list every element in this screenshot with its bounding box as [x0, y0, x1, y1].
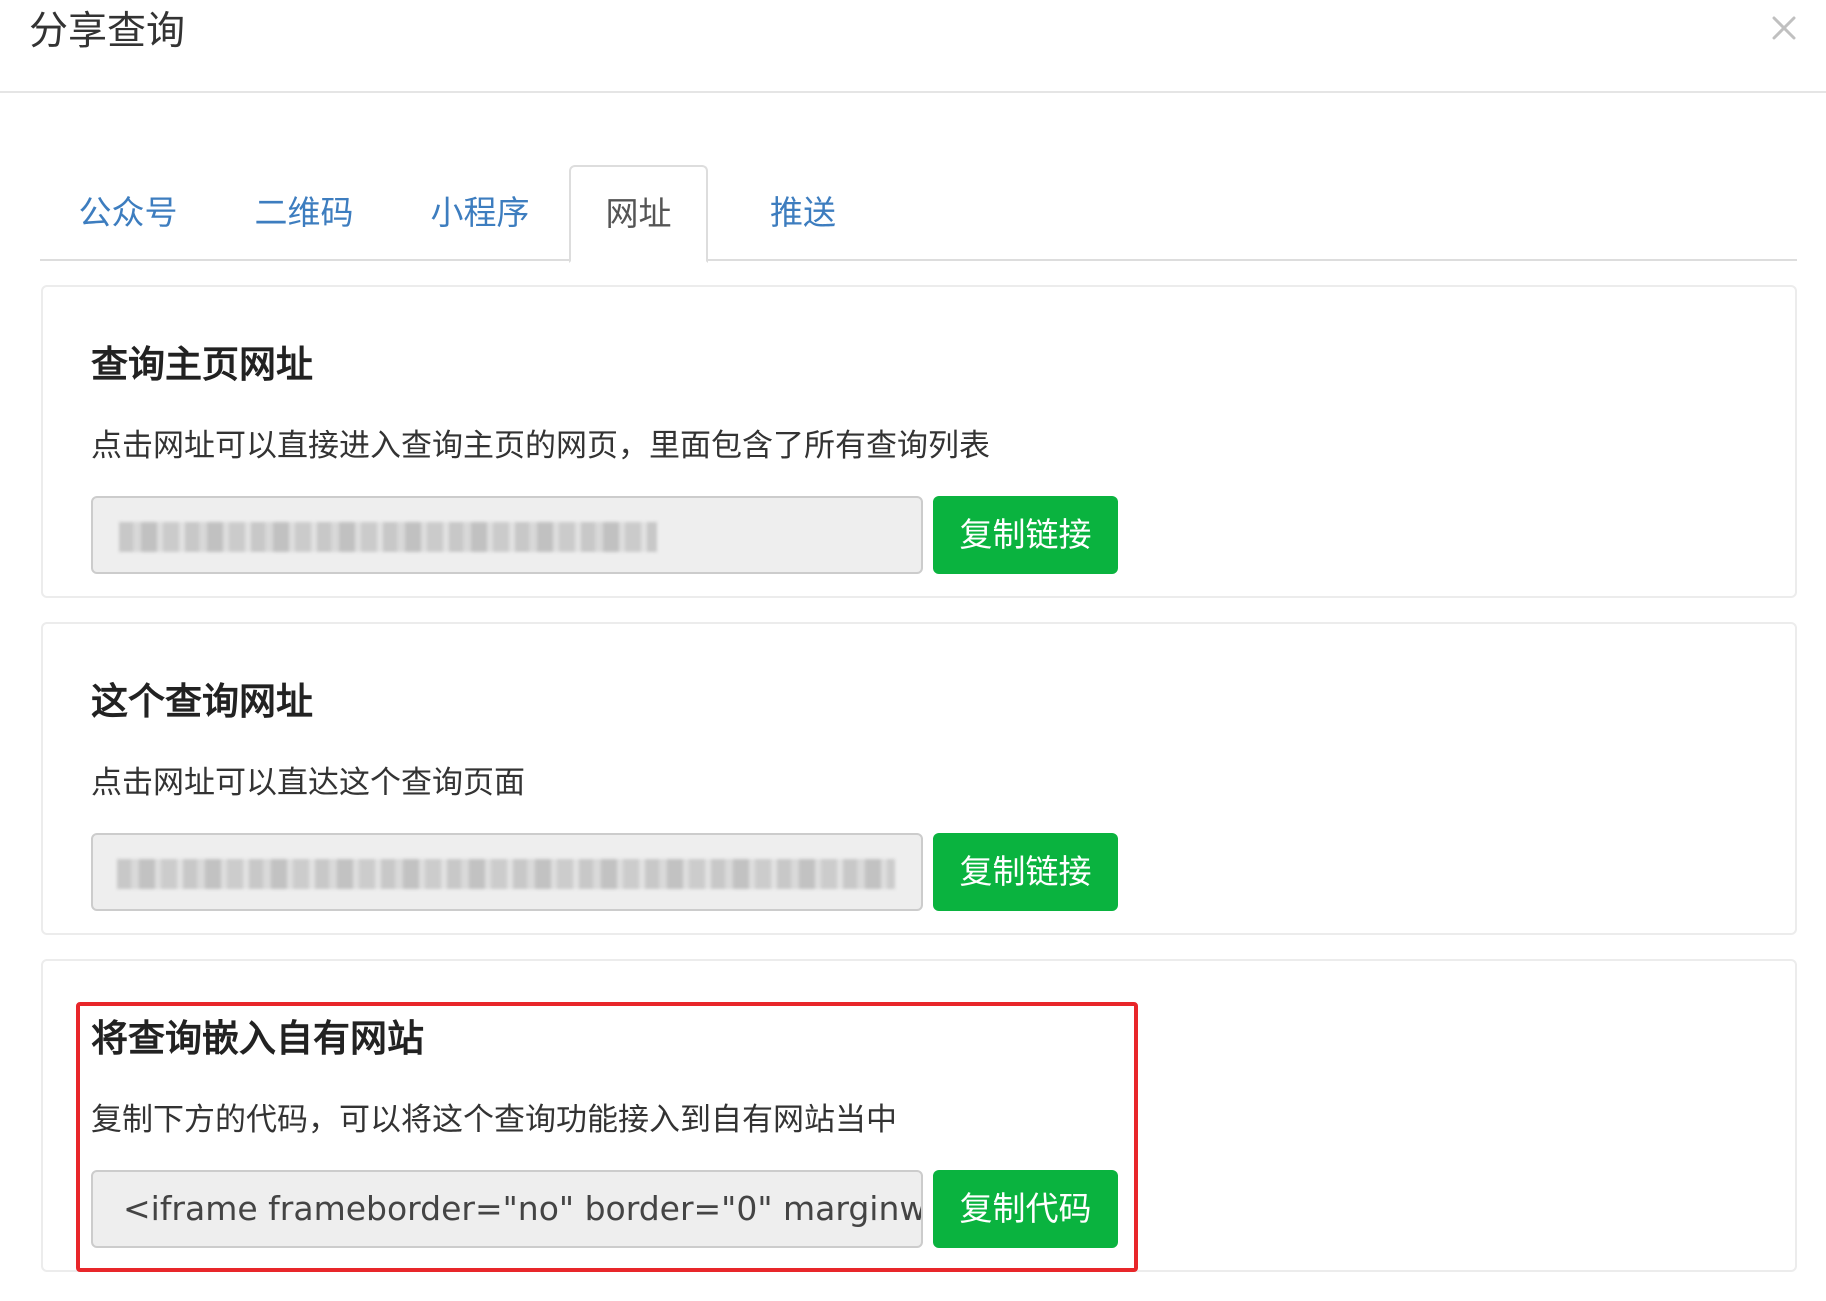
card-title: 查询主页网址: [91, 343, 313, 386]
card-embed-code: 将查询嵌入自有网站 复制下方的代码，可以将这个查询功能接入到自有网站当中 <if…: [41, 959, 1797, 1272]
card-description: 点击网址可以直接进入查询主页的网页，里面包含了所有查询列表: [91, 428, 990, 464]
tab-bar: 公众号 二维码 小程序 网址 推送: [40, 165, 1797, 263]
copy-code-button[interactable]: 复制代码: [933, 1170, 1118, 1248]
query-url-field[interactable]: [91, 833, 923, 911]
copy-query-link-button[interactable]: 复制链接: [933, 833, 1118, 911]
tab-wechat-official[interactable]: 公众号: [58, 165, 198, 261]
tab-url[interactable]: 网址: [569, 165, 708, 263]
tab-mini-program[interactable]: 小程序: [410, 165, 550, 261]
copy-home-link-button[interactable]: 复制链接: [933, 496, 1118, 574]
card-home-url: 查询主页网址 点击网址可以直接进入查询主页的网页，里面包含了所有查询列表 复制链…: [41, 285, 1797, 598]
card-title: 将查询嵌入自有网站: [91, 1017, 424, 1060]
card-description: 复制下方的代码，可以将这个查询功能接入到自有网站当中: [91, 1102, 897, 1138]
card-title: 这个查询网址: [91, 680, 313, 723]
tab-qrcode[interactable]: 二维码: [234, 165, 374, 261]
card-description: 点击网址可以直达这个查询页面: [91, 765, 525, 801]
tab-push[interactable]: 推送: [748, 165, 858, 261]
redacted-url-blur: [117, 859, 895, 889]
card-query-url: 这个查询网址 点击网址可以直达这个查询页面 复制链接: [41, 622, 1797, 935]
dialog-header: 分享查询: [0, 0, 1826, 93]
embed-code-field[interactable]: <iframe frameborder="no" border="0" marg…: [91, 1170, 923, 1248]
dialog-title: 分享查询: [29, 9, 186, 54]
home-url-field[interactable]: [91, 496, 923, 574]
redacted-url-blur: [119, 522, 657, 552]
close-icon[interactable]: [1764, 8, 1804, 48]
